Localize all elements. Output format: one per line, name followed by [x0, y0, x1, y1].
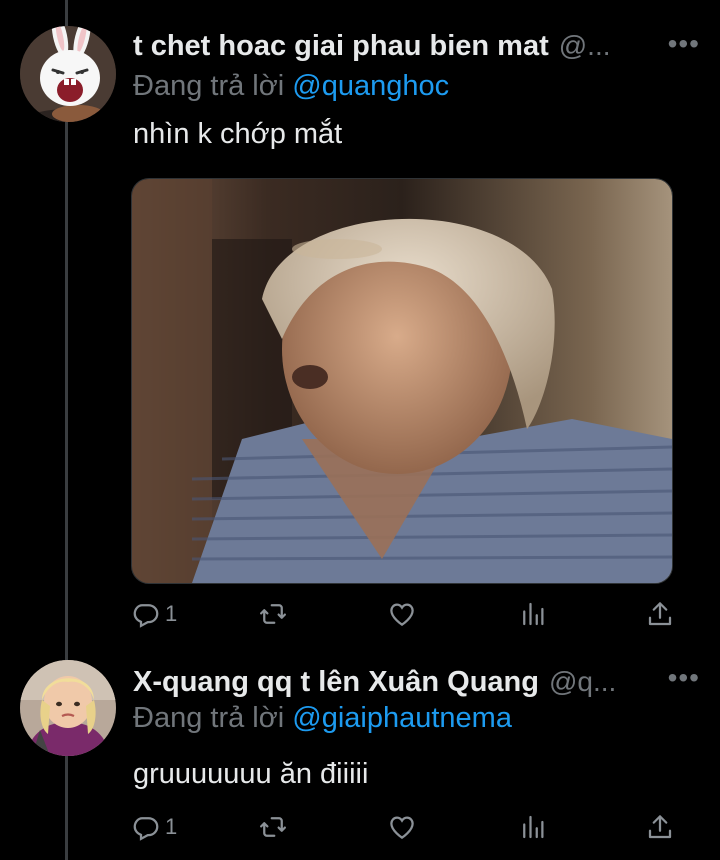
tweet-actions: 1 — [131, 810, 676, 844]
like-button[interactable] — [387, 599, 417, 629]
replying-to: Đang trả lời @giaiphautnema — [133, 702, 512, 735]
user-handle[interactable]: @... — [559, 30, 611, 62]
video-thumbnail-icon — [132, 179, 672, 583]
white-rabbit-icon — [20, 26, 116, 122]
replying-to-mention[interactable]: @quanghoc — [292, 70, 449, 102]
retweet-button[interactable] — [258, 599, 288, 629]
user-handle[interactable]: @q... — [549, 666, 616, 698]
reply-icon — [133, 604, 159, 628]
analytics-icon — [523, 815, 544, 839]
replying-prefix: Đang trả lời — [133, 70, 285, 102]
replying-to: Đang trả lời @quanghoc — [133, 70, 449, 103]
display-name[interactable]: t chet hoac giai phau bien mat — [133, 30, 549, 63]
replying-to-mention[interactable]: @giaiphautnema — [292, 702, 512, 734]
tweet-media[interactable] — [131, 178, 673, 584]
retweet-icon — [260, 817, 286, 837]
reply-count: 1 — [165, 814, 178, 839]
more-options-icon[interactable]: ••• — [668, 664, 700, 692]
avatar[interactable] — [20, 660, 116, 756]
analytics-icon — [523, 602, 544, 626]
views-button[interactable] — [518, 812, 548, 842]
share-button[interactable] — [645, 599, 675, 629]
retweet-icon — [260, 604, 286, 624]
avatar[interactable] — [20, 26, 116, 122]
retweet-button[interactable] — [258, 812, 288, 842]
reply-count: 1 — [165, 601, 178, 626]
heart-icon — [390, 603, 414, 626]
tweet-actions: 1 — [131, 597, 676, 631]
share-icon — [648, 602, 672, 626]
reply-button[interactable]: 1 — [131, 599, 177, 629]
share-icon — [648, 815, 672, 839]
share-button[interactable] — [645, 812, 675, 842]
views-button[interactable] — [518, 599, 548, 629]
tweet-text: gruuuuuuu ăn điiiii — [133, 758, 369, 790]
tweet-text: nhìn k chớp mắt — [133, 118, 343, 150]
tweet-header: t chet hoac giai phau bien mat @... — [133, 26, 700, 66]
child-photo-icon — [20, 660, 116, 756]
display-name[interactable]: X-quang qq t lên Xuân Quang — [133, 666, 539, 699]
more-options-icon[interactable]: ••• — [668, 30, 700, 58]
reply-icon — [133, 817, 159, 841]
reply-button[interactable]: 1 — [131, 812, 177, 842]
replying-prefix: Đang trả lời — [133, 702, 285, 734]
heart-icon — [390, 816, 414, 839]
like-button[interactable] — [387, 812, 417, 842]
tweet-header: X-quang qq t lên Xuân Quang @q... — [133, 662, 700, 702]
